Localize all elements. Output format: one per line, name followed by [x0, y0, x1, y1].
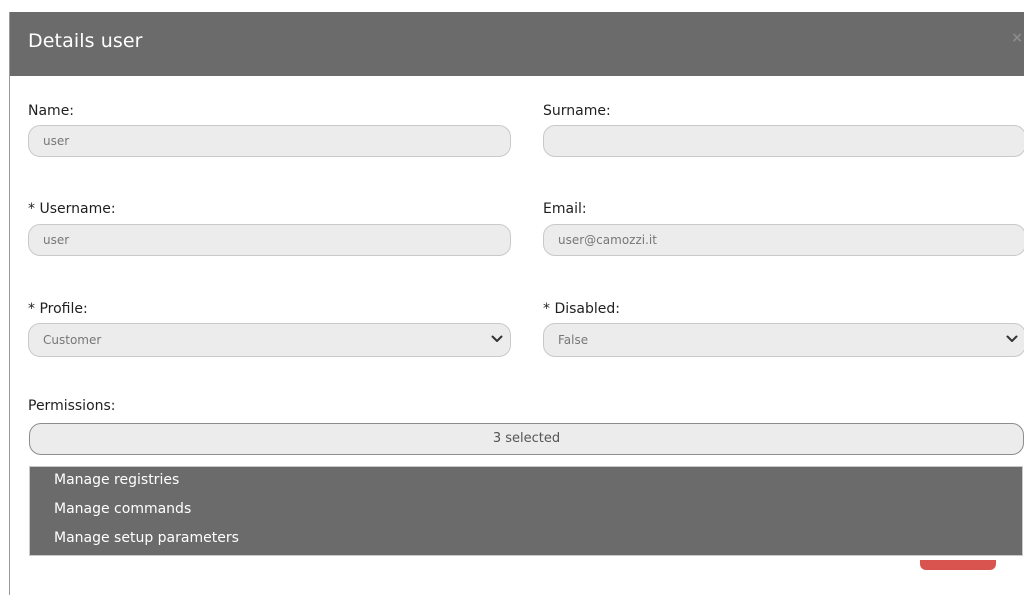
profile-select[interactable]: Customer	[28, 323, 511, 357]
chevron-down-icon	[491, 335, 503, 342]
disabled-label: * Disabled:	[543, 301, 620, 317]
chevron-down-icon	[1006, 335, 1018, 342]
permissions-multiselect[interactable]: 3 selected	[29, 423, 1024, 455]
permission-option[interactable]: Manage registries	[54, 472, 179, 488]
close-icon[interactable]: ×	[1011, 30, 1023, 46]
username-input[interactable]	[28, 224, 511, 256]
username-label: * Username:	[28, 201, 116, 217]
email-label: Email:	[543, 201, 587, 217]
email-input[interactable]	[543, 224, 1024, 256]
disabled-select-value[interactable]: False	[543, 323, 1024, 357]
profile-label: * Profile:	[28, 301, 88, 317]
surname-input[interactable]	[543, 125, 1024, 157]
permission-option[interactable]: Manage setup parameters	[54, 530, 239, 546]
modal-header: Details user ×	[10, 12, 1024, 76]
permissions-dropdown: Manage registries Manage commands Manage…	[29, 466, 1023, 556]
profile-select-value[interactable]: Customer	[28, 323, 511, 357]
name-label: Name:	[28, 103, 75, 119]
delete-button[interactable]	[920, 560, 996, 570]
name-input[interactable]	[28, 125, 511, 157]
permission-option[interactable]: Manage commands	[54, 501, 191, 517]
permissions-label: Permissions:	[28, 398, 116, 414]
details-user-modal: Details user × Name: Surname: * Username…	[9, 12, 1024, 595]
disabled-select[interactable]: False	[543, 323, 1024, 357]
surname-label: Surname:	[543, 103, 611, 119]
modal-title: Details user	[28, 30, 143, 52]
